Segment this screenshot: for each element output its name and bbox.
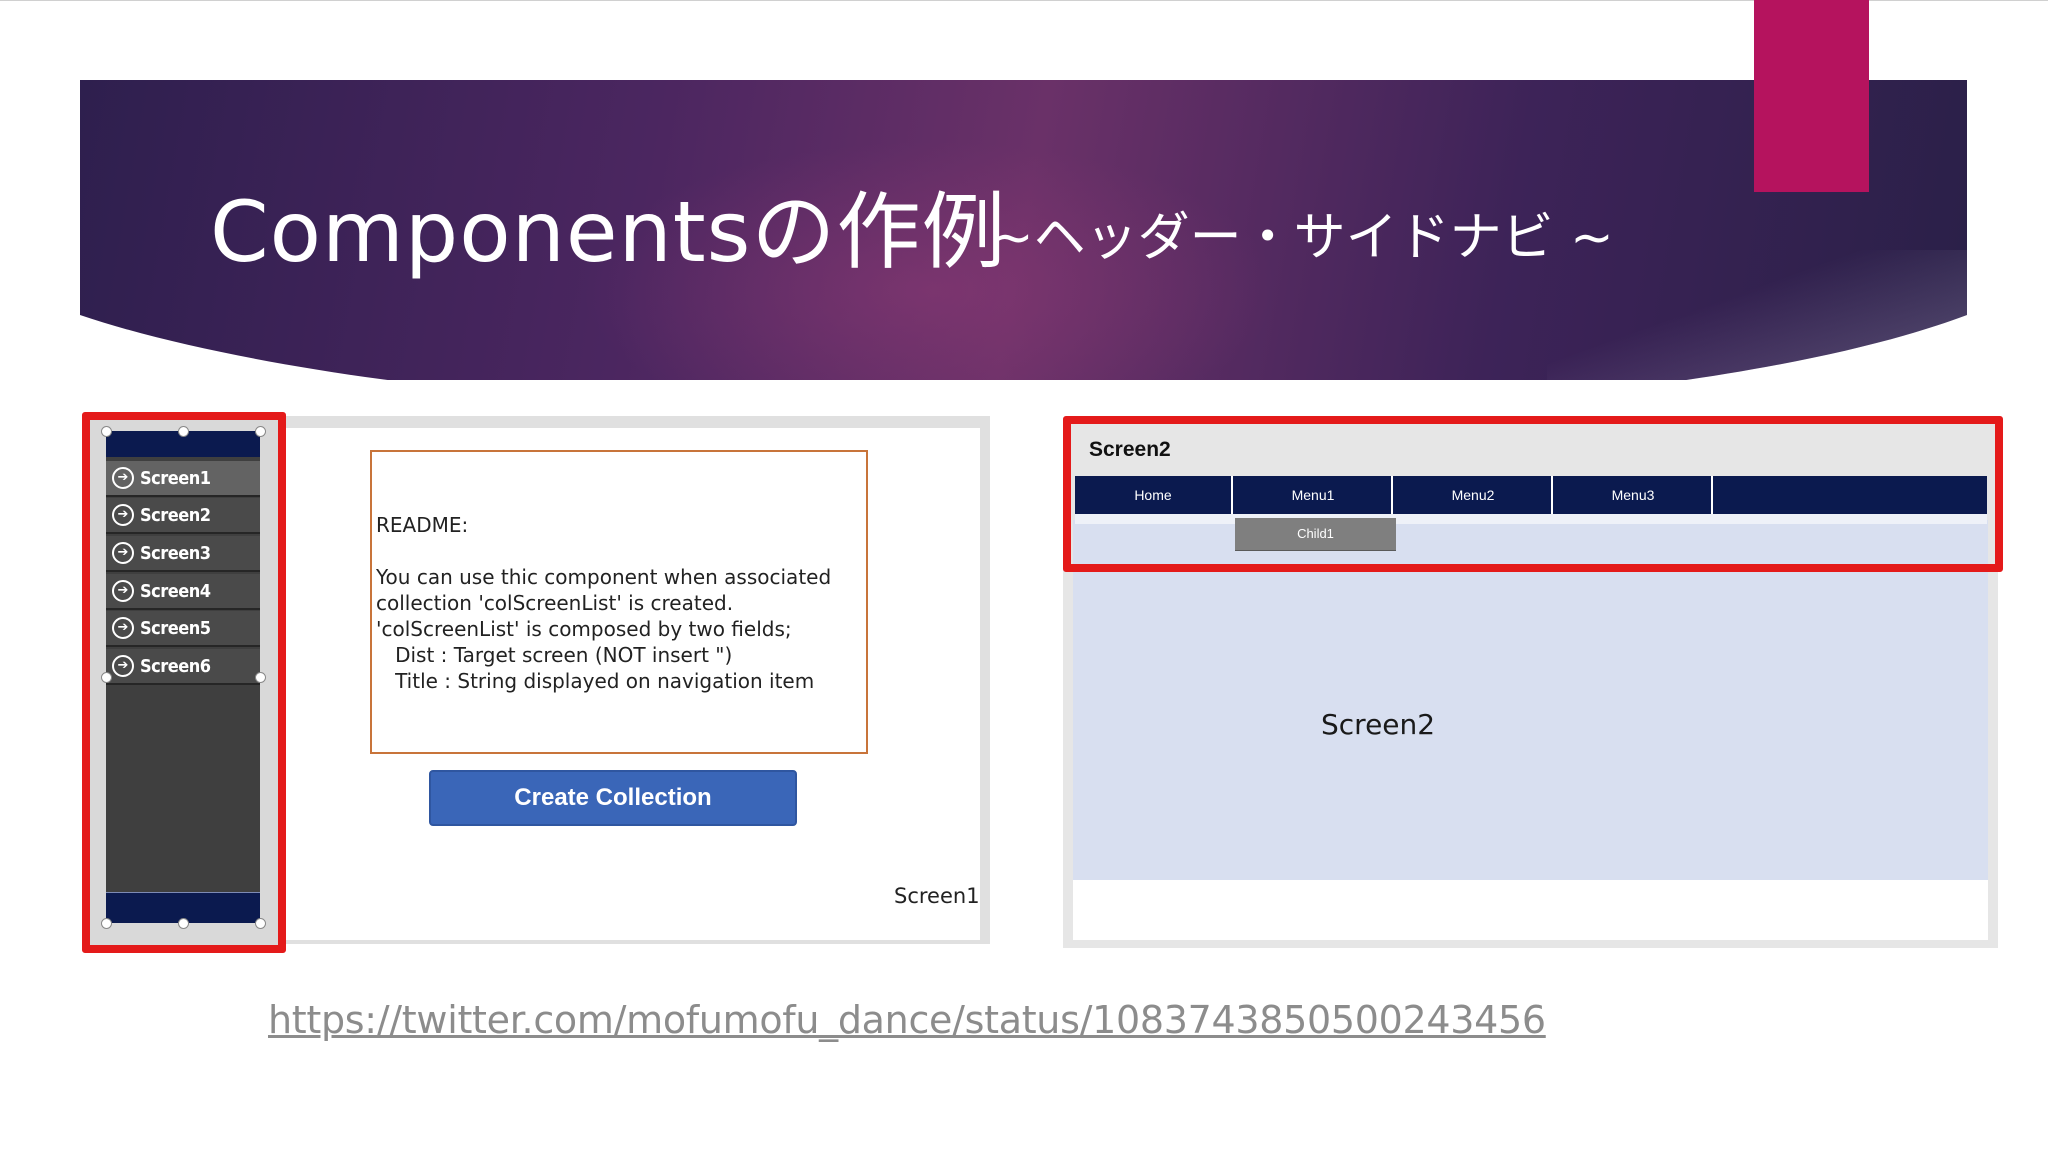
resize-handle-bottom-right[interactable] — [255, 918, 266, 929]
sidenav-item-screen5[interactable]: ➔ Screen5 — [106, 611, 260, 647]
side-navigation[interactable]: ➔ Screen1 ➔ Screen2 ➔ Screen3 ➔ Screen4 … — [106, 431, 260, 923]
sidenav-item-screen3[interactable]: ➔ Screen3 — [106, 536, 260, 572]
readme-textbox: README: You can use thic component when … — [370, 450, 868, 754]
resize-handle-bottom[interactable] — [178, 918, 189, 929]
sidenav-item-label: Screen3 — [140, 542, 211, 564]
resize-handle-top-left[interactable] — [101, 426, 112, 437]
arrow-right-circle-icon: ➔ — [112, 617, 134, 639]
source-link[interactable]: https://twitter.com/mofumofu_dance/statu… — [268, 998, 1546, 1042]
screen1-label: Screen1 — [894, 884, 980, 908]
resize-handle-top-right[interactable] — [255, 426, 266, 437]
sidenav-item-label: Screen2 — [140, 504, 211, 526]
arrow-right-circle-icon: ➔ — [112, 655, 134, 677]
accent-tab — [1754, 0, 1869, 192]
sidenav-item-screen6[interactable]: ➔ Screen6 — [106, 649, 260, 685]
top-divider — [0, 0, 2048, 1]
screen2-bottom-area — [1073, 880, 1988, 940]
arrow-right-circle-icon: ➔ — [112, 467, 134, 489]
arrow-right-circle-icon: ➔ — [112, 504, 134, 526]
sidenav-item-screen2[interactable]: ➔ Screen2 — [106, 498, 260, 534]
slide-title: Componentsの作例 — [210, 183, 1007, 281]
resize-handle-right[interactable] — [255, 672, 266, 683]
create-collection-button[interactable]: Create Collection — [429, 770, 797, 826]
sidenav-item-screen1[interactable]: ➔ Screen1 — [106, 461, 260, 497]
sidenav-item-label: Screen5 — [140, 617, 211, 639]
arrow-right-circle-icon: ➔ — [112, 580, 134, 602]
screen2-label: Screen2 — [1321, 708, 1436, 741]
sidenav-item-label: Screen1 — [140, 467, 211, 489]
resize-handle-bottom-left[interactable] — [101, 918, 112, 929]
sidenav-item-label: Screen4 — [140, 580, 211, 602]
screen2-body — [1073, 520, 1988, 940]
sidenav-item-label: Screen6 — [140, 655, 211, 677]
header-highlight-frame — [1063, 416, 2003, 572]
arrow-right-circle-icon: ➔ — [112, 542, 134, 564]
resize-handle-top[interactable] — [178, 426, 189, 437]
resize-handle-left[interactable] — [101, 672, 112, 683]
slide-subtitle: ~ヘッダー・サイドナビ ~ — [990, 208, 1614, 268]
sidenav-item-screen4[interactable]: ➔ Screen4 — [106, 574, 260, 610]
